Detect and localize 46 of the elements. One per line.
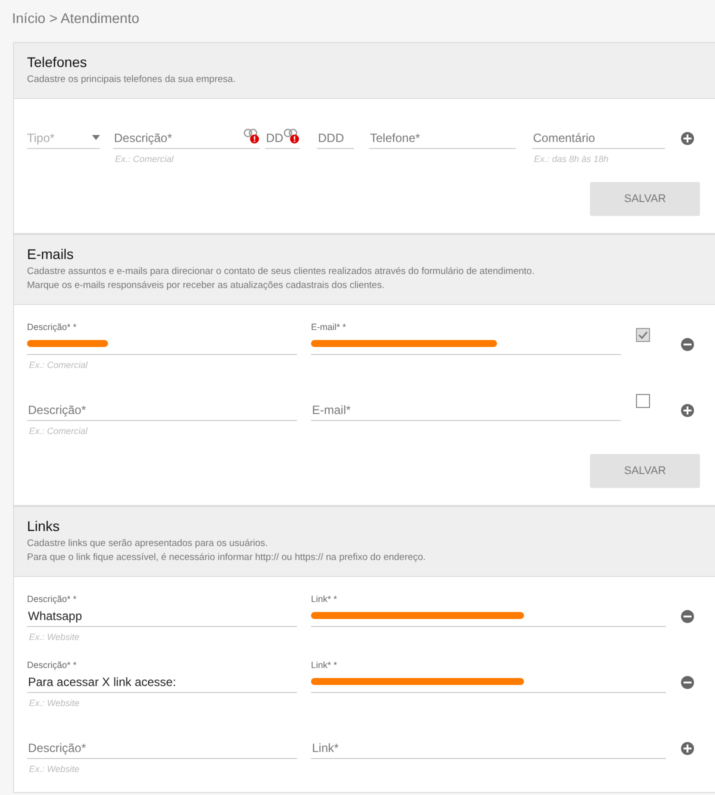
- input-field[interactable]: Para acessar X link acesse:: [27, 670, 297, 692]
- add-icon[interactable]: [681, 404, 694, 417]
- add-icon[interactable]: [681, 132, 694, 145]
- section-title: Telefones: [27, 54, 88, 71]
- section-description: Marque os e-mails responsáveis por receber as atualizações cadastrais dos clientes.: [27, 279, 386, 293]
- field-hint: Ex.: Website: [28, 631, 80, 643]
- field-hint: Ex.: Website: [28, 763, 80, 775]
- field-hint: Ex.: Comercial: [28, 359, 89, 371]
- input-field[interactable]: Descrição*: [27, 736, 297, 758]
- save-button[interactable]: SALVAR: [590, 182, 700, 216]
- input-field[interactable]: Whatsapp: [27, 604, 297, 626]
- remove-icon[interactable]: [681, 676, 694, 689]
- input-field[interactable]: Comentário: [532, 126, 665, 148]
- breadcrumb: Início > Atendimento: [11, 9, 140, 28]
- input-field[interactable]: Descrição*: [27, 398, 297, 420]
- remove-icon[interactable]: [681, 338, 694, 351]
- remove-icon[interactable]: [681, 610, 694, 623]
- field-label: E-mail* *: [311, 321, 348, 333]
- field-label: Link* *: [311, 593, 338, 605]
- check-icon: [638, 331, 648, 339]
- field-hint: Ex.: Website: [28, 697, 80, 709]
- input-field[interactable]: DDD: [317, 126, 354, 148]
- field-hint: Ex.: Comercial: [114, 153, 175, 165]
- add-icon[interactable]: [681, 742, 694, 755]
- caret-icon: [92, 135, 100, 140]
- section-description: Cadastre os principais telefones da sua empresa.: [27, 73, 237, 87]
- section-description: Cadastre links que serão apresentados para os usuários.: [27, 537, 269, 551]
- save-button[interactable]: SALVAR: [590, 454, 700, 488]
- checkbox[interactable]: [636, 394, 650, 408]
- type-select[interactable]: Tipo*: [27, 127, 100, 149]
- input-field[interactable]: DD: [265, 126, 283, 148]
- field-label: Descrição* *: [27, 659, 78, 671]
- section-title: E-mails: [27, 246, 75, 263]
- input-field[interactable]: Descrição*: [113, 126, 243, 148]
- field-hint: Ex.: Comercial: [28, 425, 89, 437]
- section-description: Cadastre assuntos e e-mails para direcionar o contato de seus clientes realizados através do formulário de atendimento.: [27, 265, 536, 279]
- input-field[interactable]: Link*: [311, 736, 666, 758]
- section-title: Links: [27, 518, 61, 535]
- input-field[interactable]: Telefone*: [369, 126, 516, 148]
- checkbox[interactable]: [636, 328, 650, 342]
- field-label: Link* *: [311, 659, 338, 671]
- field-label: Descrição* *: [27, 593, 78, 605]
- field-label: Descrição* *: [27, 321, 78, 333]
- section-description: Para que o link fique acessível, é necessário informar http:// ou https:// na prefixo do endereço.: [27, 551, 427, 565]
- input-field[interactable]: E-mail*: [311, 398, 621, 420]
- field-hint: Ex.: das 8h às 18h: [533, 153, 610, 165]
